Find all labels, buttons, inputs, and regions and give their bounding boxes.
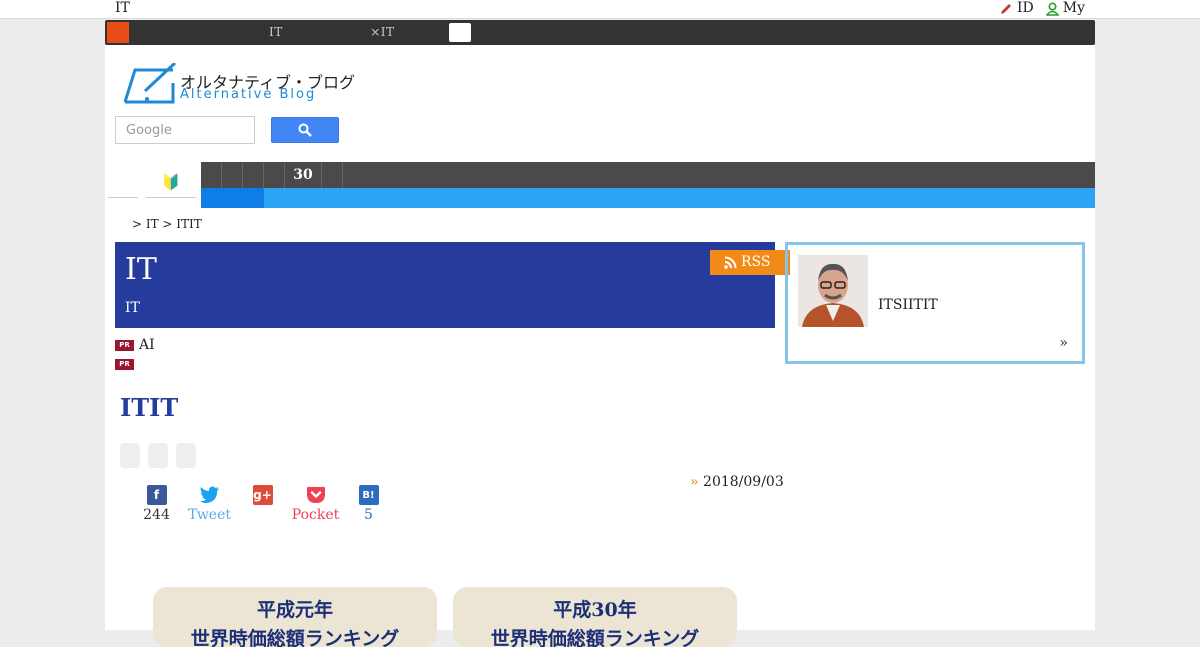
twitter-icon — [199, 485, 220, 505]
nav-item[interactable] — [222, 162, 243, 188]
category-nav: 30 — [201, 162, 1095, 188]
pr-text: AI — [139, 337, 155, 353]
blog-title[interactable]: IT — [125, 252, 157, 287]
search-button[interactable] — [271, 117, 339, 143]
author-profile: ITSIITIT » — [785, 242, 1085, 364]
share-google-plus[interactable]: g+ — [236, 485, 289, 523]
nav-home-tab[interactable] — [108, 167, 138, 198]
tag-button[interactable] — [148, 443, 168, 468]
search-icon — [298, 123, 312, 137]
thumb-line2: 世界時価総額ランキング — [490, 628, 700, 647]
hatena-bookmark-icon: B! — [358, 485, 379, 505]
my-label: My — [1062, 0, 1085, 16]
thumb-line1: 平成元年 — [256, 599, 333, 621]
nav-beginner-tab[interactable]: 🔰 — [146, 167, 196, 198]
blog-header: IT IT RSS — [115, 242, 790, 328]
nav-item[interactable] — [201, 162, 222, 188]
nav-item[interactable] — [243, 162, 264, 188]
rss-label: RSS — [741, 254, 771, 270]
author-avatar[interactable] — [798, 255, 868, 327]
tag-button[interactable] — [120, 443, 140, 468]
id-label: ID — [1016, 0, 1034, 16]
nav-item[interactable] — [322, 162, 343, 188]
thumb-line2: 世界時価総額ランキング — [190, 628, 400, 647]
entry-title[interactable]: ITIT — [120, 393, 178, 422]
ticker-button[interactable] — [449, 23, 471, 42]
share-count: 244 — [143, 507, 170, 523]
entry-date: » 2018/09/03 — [690, 474, 784, 490]
pocket-icon — [305, 485, 326, 505]
share-pocket[interactable]: Pocket — [289, 485, 342, 523]
facebook-icon: f — [146, 485, 167, 505]
share-buttons: f 244 Tweet g+ Pocket B! 5 — [130, 485, 395, 523]
sub-nav-active-item[interactable] — [201, 188, 264, 208]
ranking-image-heisei-1[interactable]: 平成元年 世界時価総額ランキング — [153, 587, 437, 647]
share-hatena[interactable]: B! 5 — [342, 485, 395, 523]
date-marker: » — [690, 474, 699, 490]
share-twitter[interactable]: Tweet — [183, 485, 236, 523]
share-facebook[interactable]: f 244 — [130, 485, 183, 523]
top-bar: IT ID My — [0, 0, 1200, 19]
profile-more-link[interactable]: » — [1059, 335, 1068, 351]
nav-item[interactable] — [264, 162, 285, 188]
breadcrumb[interactable]: > IT > ITIT — [132, 217, 202, 231]
share-label: Tweet — [187, 507, 232, 523]
share-count: 5 — [364, 507, 373, 523]
pr-link[interactable]: PR — [115, 359, 139, 370]
blog-subtitle: IT — [125, 300, 140, 316]
user-icon — [1045, 1, 1059, 16]
pr-badge: PR — [115, 359, 134, 370]
beginner-mark-icon: 🔰 — [161, 173, 181, 191]
ticker-text[interactable]: IT ×IT — [119, 20, 582, 45]
thumb-line1: 平成30年 — [553, 599, 637, 621]
top-bar-right: ID My — [999, 0, 1085, 17]
page-panel: オルタナティブ・ブログ Alternative Blog Google 🔰 30… — [105, 45, 1095, 647]
rss-icon — [724, 256, 737, 269]
entry-tag-buttons — [120, 443, 196, 468]
date-text: 2018/09/03 — [703, 474, 784, 490]
id-link[interactable]: ID — [999, 0, 1034, 17]
search-input[interactable]: Google — [115, 116, 255, 144]
tag-button[interactable] — [176, 443, 196, 468]
sub-nav — [201, 188, 1095, 208]
pen-icon — [1000, 3, 1011, 14]
logo-text-en: Alternative Blog — [180, 87, 317, 102]
site-link[interactable]: IT — [115, 0, 130, 17]
share-label: Pocket — [291, 507, 340, 523]
author-description: ITSIITIT — [878, 297, 938, 313]
ranking-image-heisei-30[interactable]: 平成30年 世界時価総額ランキング — [453, 587, 737, 647]
nav-item-30[interactable]: 30 — [285, 162, 322, 188]
google-plus-icon: g+ — [252, 485, 273, 505]
pr-badge: PR — [115, 339, 134, 351]
mypage-link[interactable]: My — [1045, 0, 1085, 17]
rss-button[interactable]: RSS — [710, 250, 790, 275]
news-ticker: IT ×IT — [105, 20, 1095, 45]
pr-link[interactable]: PR AI — [115, 337, 155, 353]
